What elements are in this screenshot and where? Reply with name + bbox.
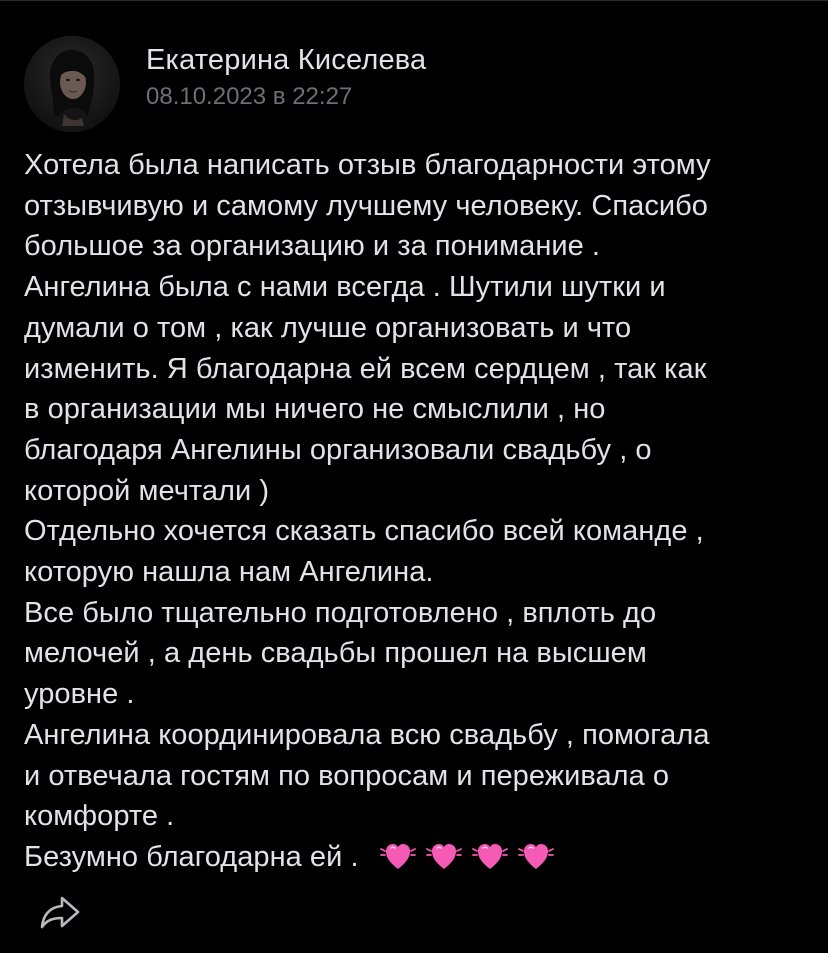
post-text-line: отзывчивую и самому лучшему человеку. Сп… (24, 189, 708, 222)
post-text-line: комфорте . (24, 800, 175, 833)
post-text-line: изменить. Я благодарна ей всем сердцем ,… (24, 352, 707, 385)
post-text-line: Ангелина была с нами всегда . Шутили шут… (24, 271, 666, 304)
avatar-photo (24, 36, 120, 132)
post-text-line: мелочей , а день свадьбы прошел на высше… (24, 637, 647, 670)
post-text-line: думали о том , как лучше организовать и … (24, 311, 632, 344)
post-text-line: благодаря Ангелины организовали свадьбу … (24, 433, 652, 466)
post-text-line: в организации мы ничего не смыслили , но (24, 393, 606, 426)
post-text-line: уровне . (24, 678, 135, 711)
post-text-line: Хотела была написать отзыв благодарности… (24, 149, 711, 181)
top-divider (0, 0, 828, 1)
vibrating-heart-icon (379, 838, 417, 872)
post-header: Екатерина Киселева 08.10.2023 в 22:27 (24, 36, 426, 132)
post-text: Хотела была написать отзыв благодарности… (24, 145, 814, 878)
hearts-emoji-group (379, 838, 555, 872)
post-date[interactable]: 08.10.2023 в 22:27 (146, 82, 426, 112)
vibrating-heart-icon (471, 838, 509, 872)
post-text-line: большое за организацию и за понимание . (24, 230, 601, 263)
vibrating-heart-icon (425, 838, 463, 872)
share-arrow-icon (40, 896, 80, 929)
avatar[interactable] (24, 36, 120, 132)
post-text-line: которой мечтали ) (24, 474, 270, 507)
post-text-line: Ангелина координировала всю свадьбу , по… (24, 718, 710, 751)
post-text-last-line: Безумно благодарна ей . (24, 837, 814, 878)
author-block: Екатерина Киселева 08.10.2023 в 22:27 (146, 42, 426, 112)
post-text-line: Отдельно хочется сказать спасибо всей ко… (24, 515, 704, 548)
post-text-line: Безумно благодарна ей . (24, 840, 359, 873)
vibrating-heart-icon (517, 838, 555, 872)
post-text-line: Все было тщательно подготовлено , вплоть… (24, 596, 657, 629)
post-text-line: которую нашла нам Ангелина. (24, 556, 434, 589)
author-name[interactable]: Екатерина Киселева (146, 42, 426, 78)
share-button[interactable] (38, 892, 82, 932)
post-text-line: и отвечала гостям по вопросам и пережива… (24, 759, 670, 792)
